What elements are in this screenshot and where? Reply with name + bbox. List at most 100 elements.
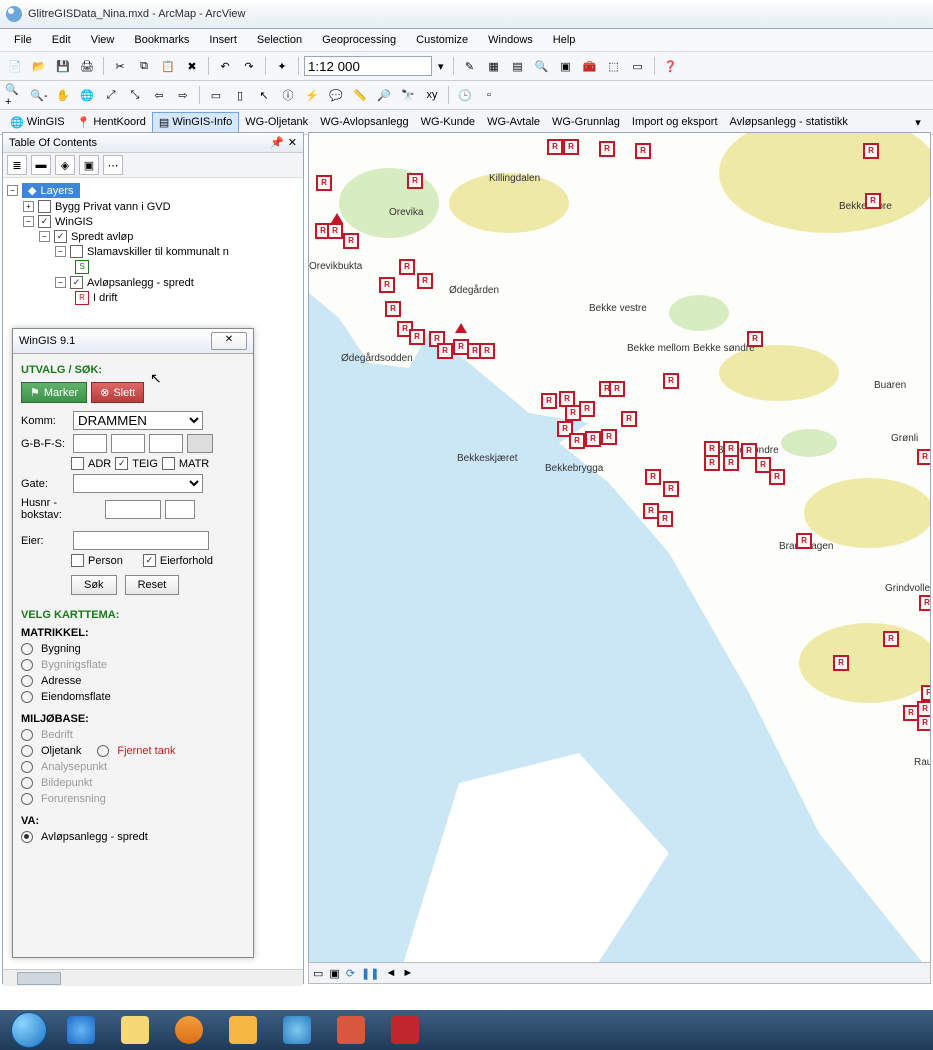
r-marker[interactable]: R bbox=[343, 233, 359, 249]
prev-icon[interactable]: ◄ bbox=[385, 967, 396, 979]
layer-checkbox[interactable] bbox=[38, 200, 51, 213]
menu-windows[interactable]: Windows bbox=[480, 32, 541, 48]
layers-root[interactable]: ◆Layers bbox=[22, 183, 80, 198]
paste-icon[interactable]: 📋 bbox=[157, 55, 179, 77]
r-marker[interactable]: R bbox=[399, 259, 415, 275]
r-marker[interactable]: R bbox=[437, 343, 453, 359]
modelbuilder-icon[interactable]: ▭ bbox=[627, 55, 649, 77]
slett-button[interactable]: ⊗Slett bbox=[91, 382, 144, 403]
bygning-radio[interactable] bbox=[21, 643, 33, 655]
r-marker[interactable]: R bbox=[316, 175, 332, 191]
prev-extent-icon[interactable]: ⇦ bbox=[148, 84, 170, 106]
r-marker[interactable]: R bbox=[704, 455, 720, 471]
r-marker[interactable]: R bbox=[601, 429, 617, 445]
select-elements-icon[interactable]: ↖ bbox=[253, 84, 275, 106]
time-slider-icon[interactable]: 🕒 bbox=[454, 84, 476, 106]
collapse-icon[interactable]: − bbox=[7, 185, 18, 196]
wg-grunnlag[interactable]: WG-Grunnlag bbox=[546, 113, 626, 131]
refresh-icon[interactable]: ⟳ bbox=[346, 967, 355, 980]
r-marker[interactable]: R bbox=[657, 511, 673, 527]
wg-import-eksport[interactable]: Import og eksport bbox=[626, 113, 724, 131]
cut-icon[interactable]: ✂ bbox=[109, 55, 131, 77]
list-by-visibility-icon[interactable]: ◈ bbox=[55, 155, 75, 175]
list-by-source-icon[interactable]: ▬ bbox=[31, 155, 51, 175]
task-ie[interactable] bbox=[54, 1011, 108, 1049]
pause-icon[interactable]: ❚❚ bbox=[361, 967, 379, 980]
r-marker[interactable]: R bbox=[585, 431, 601, 447]
r-marker[interactable]: R bbox=[917, 449, 931, 465]
sok-button[interactable]: Søk bbox=[71, 575, 117, 595]
menu-help[interactable]: Help bbox=[545, 32, 584, 48]
layer-checkbox[interactable] bbox=[70, 245, 83, 258]
menu-insert[interactable]: Insert bbox=[201, 32, 245, 48]
wg-avlopsanlegg[interactable]: WG-Avlopsanlegg bbox=[314, 113, 414, 131]
r-marker[interactable]: R bbox=[663, 373, 679, 389]
bokstav-input[interactable] bbox=[165, 500, 195, 519]
husnr-input[interactable] bbox=[105, 500, 161, 519]
g-input[interactable] bbox=[73, 434, 107, 453]
layer-checkbox[interactable] bbox=[38, 215, 51, 228]
expand-icon[interactable]: + bbox=[23, 201, 34, 212]
toc-icon[interactable]: ▦ bbox=[483, 55, 505, 77]
layer-i-drift[interactable]: I drift bbox=[93, 292, 117, 304]
r-marker[interactable]: R bbox=[747, 331, 763, 347]
dropdown-arrow-icon[interactable]: ▾ bbox=[434, 60, 448, 73]
s-input[interactable] bbox=[187, 434, 213, 453]
delete-icon[interactable]: ✖ bbox=[181, 55, 203, 77]
measure-icon[interactable]: 📏 bbox=[349, 84, 371, 106]
list-by-drawing-icon[interactable]: ≣ bbox=[7, 155, 27, 175]
wg-kunde[interactable]: WG-Kunde bbox=[415, 113, 481, 131]
matr-checkbox[interactable] bbox=[162, 457, 175, 470]
wg-hentkoord[interactable]: 📍HentKoord bbox=[71, 113, 152, 132]
toolbar-options-icon[interactable]: ▾ bbox=[907, 111, 929, 133]
avlops-radio[interactable] bbox=[21, 831, 33, 843]
r-marker[interactable]: R bbox=[769, 469, 785, 485]
editor-toolbar-icon[interactable]: ✎ bbox=[459, 55, 481, 77]
data-view-icon[interactable]: ▭ bbox=[313, 967, 323, 980]
r-marker[interactable]: R bbox=[385, 301, 401, 317]
layer-bygg-privat[interactable]: Bygg Privat vann i GVD bbox=[55, 201, 171, 213]
hyperlink-icon[interactable]: ⚡ bbox=[301, 84, 323, 106]
add-data-icon[interactable]: ✦ bbox=[271, 55, 293, 77]
clear-selection-icon[interactable]: ▯ bbox=[229, 84, 251, 106]
layer-wingis[interactable]: WinGIS bbox=[55, 216, 93, 228]
eier-input[interactable] bbox=[73, 531, 209, 550]
wg-avtale[interactable]: WG-Avtale bbox=[481, 113, 546, 131]
list-by-selection-icon[interactable]: ▣ bbox=[79, 155, 99, 175]
find-route-icon[interactable]: 🔭 bbox=[397, 84, 419, 106]
adresse-radio[interactable] bbox=[21, 675, 33, 687]
toolbox-icon[interactable]: 🧰 bbox=[579, 55, 601, 77]
f-input[interactable] bbox=[149, 434, 183, 453]
menu-view[interactable]: View bbox=[83, 32, 123, 48]
task-adobe[interactable] bbox=[378, 1011, 432, 1049]
wg-wingis-info[interactable]: ▤WinGIS-Info bbox=[152, 112, 239, 133]
r-marker[interactable]: R bbox=[409, 329, 425, 345]
catalog-icon[interactable]: ▤ bbox=[507, 55, 529, 77]
fjernet-radio[interactable] bbox=[97, 745, 109, 757]
r-marker[interactable]: R bbox=[917, 715, 931, 731]
layer-avlopsanlegg[interactable]: Avløpsanlegg - spredt bbox=[87, 277, 194, 289]
task-powerpoint[interactable] bbox=[324, 1011, 378, 1049]
r-marker[interactable]: R bbox=[579, 401, 595, 417]
map-canvas[interactable]: Killingdalen Orevika Orevikbukta Ødegård… bbox=[308, 132, 931, 978]
wingis-titlebar[interactable]: WinGIS 9.1 ✕ bbox=[13, 329, 253, 354]
r-marker[interactable]: R bbox=[379, 277, 395, 293]
teig-checkbox[interactable] bbox=[115, 457, 128, 470]
r-marker[interactable]: R bbox=[417, 273, 433, 289]
print-icon[interactable]: 🖨 bbox=[76, 55, 98, 77]
menu-customize[interactable]: Customize bbox=[408, 32, 476, 48]
r-marker[interactable]: R bbox=[407, 173, 423, 189]
r-marker[interactable]: R bbox=[921, 685, 931, 701]
collapse-icon[interactable]: − bbox=[39, 231, 50, 242]
gate-select[interactable] bbox=[73, 474, 203, 493]
start-button[interactable] bbox=[4, 1011, 54, 1049]
person-checkbox[interactable] bbox=[71, 554, 84, 567]
r-marker[interactable]: R bbox=[865, 193, 881, 209]
layer-slam[interactable]: Slamavskiller til kommunalt n bbox=[87, 246, 229, 258]
identify-icon[interactable]: ⓘ bbox=[277, 84, 299, 106]
html-popup-icon[interactable]: 💬 bbox=[325, 84, 347, 106]
wg-oljetank[interactable]: WG-Oljetank bbox=[239, 113, 314, 131]
r-marker[interactable]: R bbox=[599, 141, 615, 157]
close-button[interactable]: ✕ bbox=[211, 332, 247, 350]
redo-icon[interactable]: ↷ bbox=[238, 55, 260, 77]
